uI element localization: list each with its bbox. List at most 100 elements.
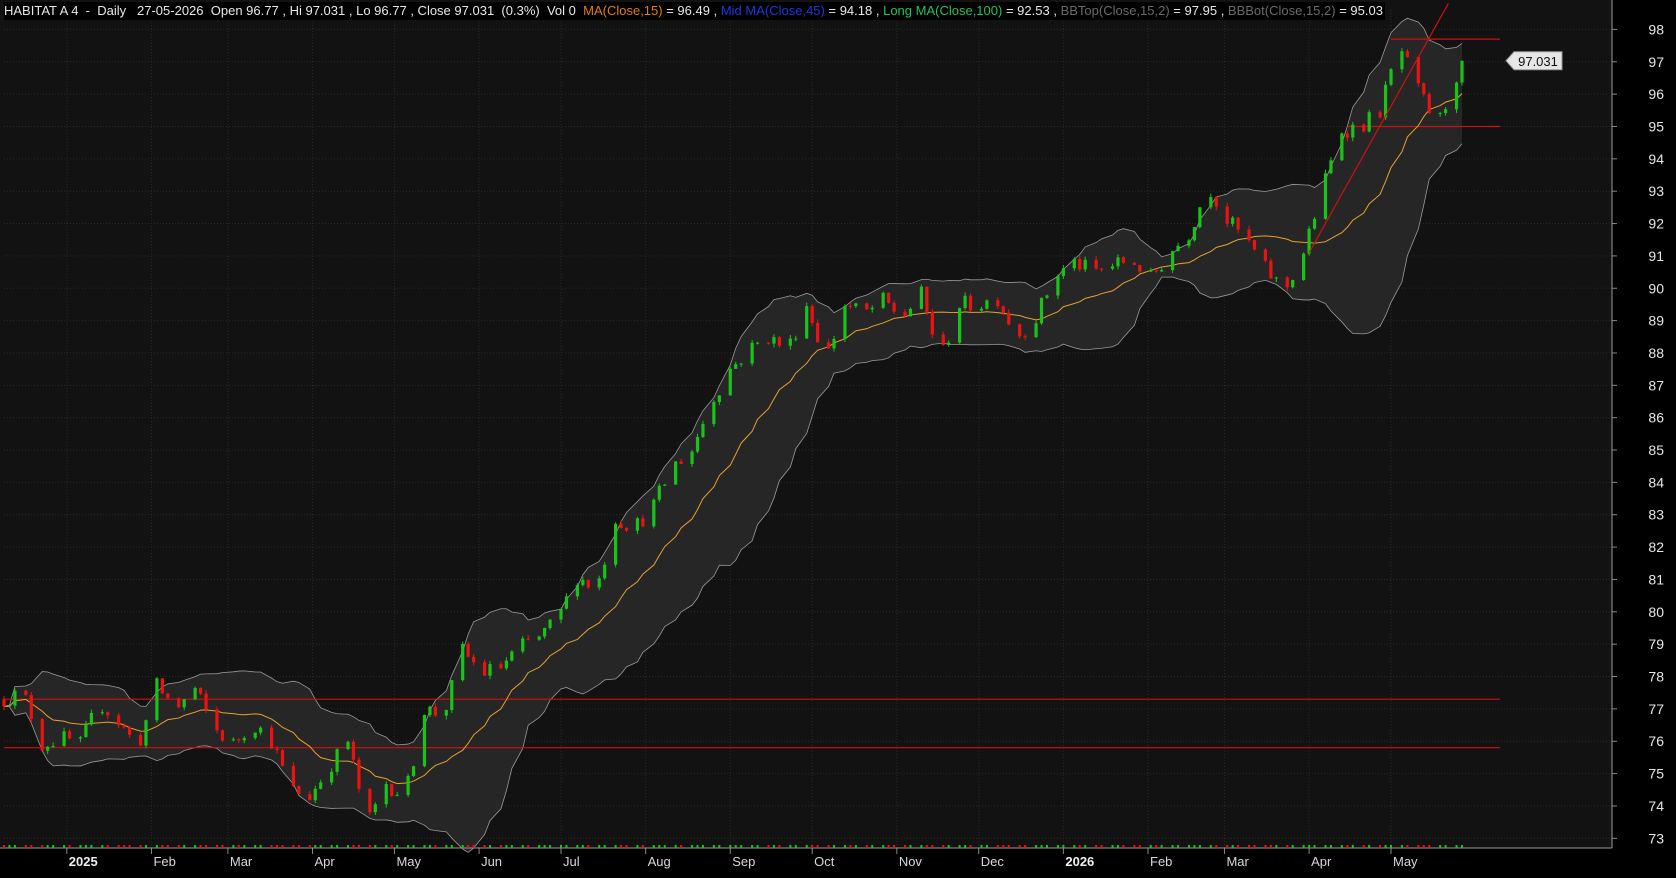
- volume-tick: [336, 845, 339, 848]
- x-tick-label: 2026: [1065, 854, 1094, 869]
- candle-body: [384, 784, 388, 805]
- candle-body: [1302, 253, 1306, 281]
- bbbot-value: 95.03: [1350, 3, 1383, 18]
- volume-tick: [1428, 845, 1431, 848]
- candle-body: [728, 368, 732, 396]
- y-tick-label: 96: [1648, 86, 1664, 102]
- candle-body: [624, 527, 629, 531]
- symbol-name: HABITAT A 4: [4, 3, 79, 18]
- volume-tick: [423, 845, 426, 848]
- comma: ,: [875, 3, 884, 18]
- candle-body: [1039, 297, 1044, 324]
- volume-tick: [1439, 845, 1442, 848]
- candle-body: [941, 334, 945, 345]
- y-tick-label: 94: [1648, 151, 1664, 167]
- volume-tick: [543, 845, 546, 848]
- candle-body: [319, 782, 323, 789]
- volume-tick: [887, 845, 890, 848]
- volume-tick: [24, 845, 27, 848]
- volume-tick: [1308, 845, 1311, 848]
- candle-body: [958, 308, 962, 343]
- volume-tick: [30, 845, 33, 848]
- change-value: (0.3%): [501, 3, 540, 18]
- close-value: 97.031: [454, 3, 495, 18]
- candle-body: [1176, 245, 1180, 252]
- candle-body: [198, 687, 203, 694]
- volume-tick: [499, 845, 502, 848]
- candle-body: [242, 737, 246, 741]
- candle-body: [848, 305, 853, 307]
- volume-tick: [1302, 845, 1305, 848]
- candle-body: [996, 300, 1000, 307]
- volume-tick: [1379, 845, 1382, 848]
- vol-label: Vol: [543, 3, 569, 18]
- candle-body: [1312, 218, 1317, 229]
- volume-tick: [123, 845, 126, 848]
- candle-body: [1285, 277, 1289, 288]
- candle-body: [826, 342, 831, 349]
- volume-tick: [1231, 845, 1234, 848]
- volume-tick: [177, 845, 180, 848]
- volume-tick: [139, 845, 142, 848]
- volume-tick: [865, 845, 868, 848]
- candle-body: [1400, 51, 1404, 70]
- volume-tick: [674, 845, 677, 848]
- candle-body: [979, 308, 984, 311]
- volume-tick: [652, 845, 655, 848]
- volume-tick: [549, 845, 552, 848]
- candle-body: [1351, 124, 1355, 138]
- candle-body: [865, 303, 869, 310]
- candle-body: [395, 794, 399, 796]
- y-tick-label: 98: [1648, 21, 1664, 37]
- candle-body: [1121, 257, 1126, 263]
- volume-tick: [357, 845, 360, 848]
- candle-body: [89, 712, 93, 725]
- volume-tick: [166, 845, 169, 848]
- y-tick-label: 89: [1648, 313, 1664, 329]
- y-tick-label: 92: [1648, 216, 1664, 232]
- volume-tick: [565, 845, 568, 848]
- volume-tick: [587, 845, 590, 848]
- candle-body: [1192, 227, 1197, 241]
- volume-tick: [352, 845, 355, 848]
- volume-tick: [1324, 845, 1327, 848]
- volume-tick: [904, 845, 907, 848]
- y-tick-label: 80: [1648, 604, 1664, 620]
- candle-body: [881, 292, 885, 308]
- candle-body: [1132, 262, 1136, 265]
- candle-body: [788, 338, 792, 346]
- candle-body: [346, 741, 350, 750]
- candle-body: [280, 750, 285, 766]
- candle-body: [919, 286, 923, 309]
- candle-body: [603, 564, 607, 579]
- candle-body: [1198, 207, 1202, 228]
- candle-body: [466, 643, 470, 657]
- volume-tick: [1406, 845, 1409, 848]
- candle-body: [717, 395, 721, 402]
- volume-tick: [1461, 845, 1463, 848]
- candle-body: [297, 785, 301, 795]
- volume-tick: [428, 845, 431, 848]
- candle-body: [46, 746, 50, 751]
- candle-body: [575, 585, 579, 597]
- candle-body: [335, 749, 339, 772]
- y-tick-label: 86: [1648, 410, 1664, 426]
- candle-body: [1018, 324, 1022, 337]
- volume-tick: [1329, 845, 1332, 848]
- volume-tick: [243, 845, 246, 848]
- open-label: Open: [207, 3, 247, 18]
- volume-tick: [1291, 845, 1294, 848]
- volume-tick: [958, 845, 961, 848]
- volume-tick: [292, 845, 295, 848]
- volume-tick: [756, 845, 759, 848]
- candle-body: [308, 794, 312, 801]
- volume-tick: [893, 845, 896, 848]
- candle-body: [1378, 112, 1382, 118]
- candle-body: [690, 451, 694, 464]
- candle-body: [1323, 173, 1328, 219]
- volume-tick: [576, 845, 579, 848]
- volume-tick: [712, 845, 715, 848]
- price-chart[interactable]: 73 74 75 76 77 78 79 80 81 82 83 84 85 86 87 88 89 90 91 92…: [0, 0, 1676, 878]
- x-tick-label: Jun: [481, 854, 502, 869]
- volume-tick: [603, 845, 606, 848]
